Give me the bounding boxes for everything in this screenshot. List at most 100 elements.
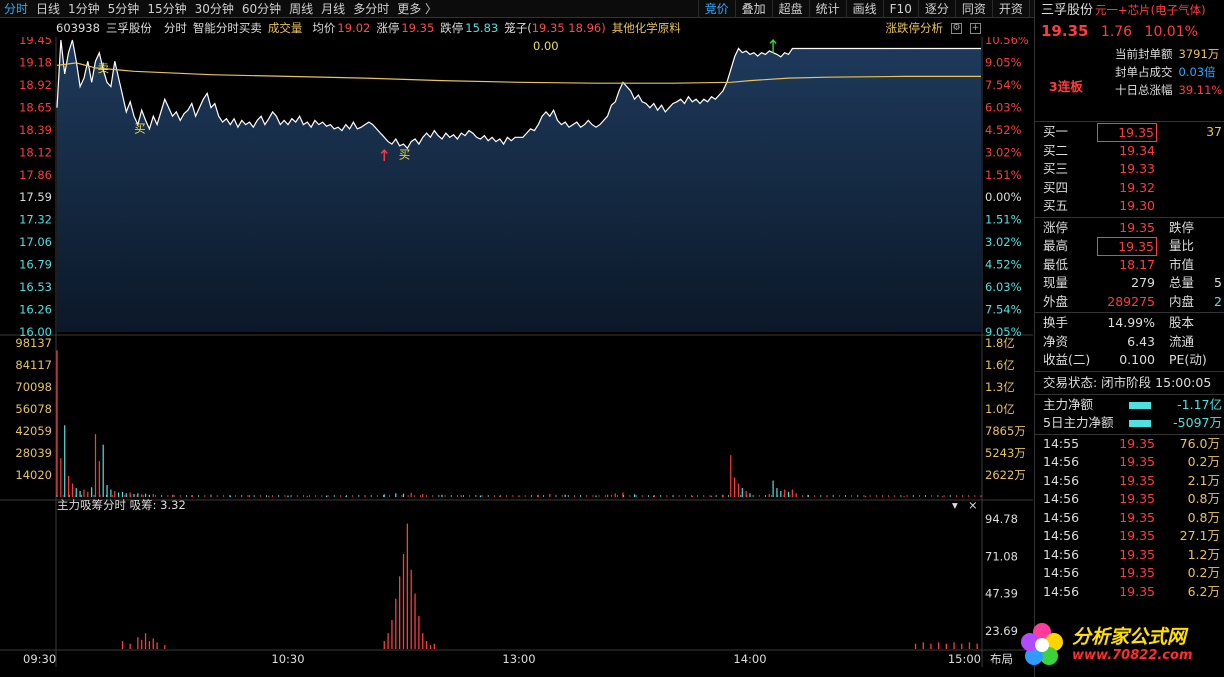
quote-panel: 三孚股份 元一+芯片(电子气体) 19.35 1.76 10.01% 当前封单额 3…	[1034, 0, 1224, 677]
stat-value-2	[1207, 237, 1224, 256]
bid-label: 买二	[1043, 142, 1069, 158]
tab-period-10[interactable]: 更多 〉	[393, 0, 441, 18]
time-tick-label: 09:30	[23, 652, 56, 666]
cage-values: 19.35 18.96)	[531, 21, 606, 35]
amount-tick-label: 7865万	[985, 424, 1026, 438]
tool-button-2[interactable]: 超盘	[771, 0, 809, 18]
stat-label: 涨停	[1043, 219, 1069, 235]
tool-button-3[interactable]: 统计	[808, 0, 846, 18]
pct-tick-label: 3.02%	[985, 235, 1022, 249]
stat-value-2: 2	[1214, 293, 1222, 309]
chart-canvas[interactable]: 卖买买 19.45 10.56%19.18 9.05%18.92 7.54%18.65…	[0, 37, 1033, 677]
trade-status: 交易状态: 闭市阶段 15:00:05	[1043, 374, 1212, 390]
seal-ratio-value: 0.03倍	[1178, 65, 1216, 79]
pct-tick-label: 9.05%	[985, 55, 1022, 69]
tab-period-0[interactable]: 分时	[0, 0, 32, 18]
price-tick-label: 17.59	[19, 190, 52, 204]
price-change: 1.76	[1100, 24, 1133, 40]
limit-up-label: 涨停	[376, 21, 400, 35]
trade-price: 19.35	[1119, 454, 1155, 469]
trade-ticks: 14:55 19.35 76.0万 14:56 19.35 0.2万 14:56 19.35 2…	[1035, 435, 1224, 602]
tool-button-4[interactable]: 画线	[845, 0, 883, 18]
tool-button-6[interactable]: 逐分	[917, 0, 955, 18]
buy-marker-2: 买	[399, 147, 411, 161]
seal-amount-label: 当前封单额	[1115, 47, 1173, 61]
tool-button-8[interactable]: 开资	[991, 0, 1029, 18]
trade-price: 19.35	[1119, 546, 1155, 562]
trade-row: 14:56 19.35 27.1万	[1035, 527, 1224, 546]
tab-period-3[interactable]: 5分钟	[104, 0, 144, 18]
quote-stock-name: 三孚股份	[1041, 3, 1094, 18]
layout-button: 布局	[990, 652, 1013, 666]
stats-table: 涨停 19.35 跌停 最高 19.35 量比 最低 18.17 市值 现量 279 总量 5 外盘 289…	[1035, 218, 1224, 313]
trade-price: 19.35	[1119, 565, 1155, 580]
price-tick-label: 17.32	[19, 213, 52, 227]
trade-row: 14:56 19.35 0.8万	[1035, 509, 1224, 528]
volume-label[interactable]: 成交量	[268, 20, 303, 36]
price-tick-label: 18.12	[19, 145, 52, 159]
tool-button-0[interactable]: 竞价	[697, 0, 735, 18]
concept-tag[interactable]: 元一+芯片(电子气体)	[1095, 3, 1206, 17]
trade-time: 14:55	[1043, 435, 1080, 451]
price-tick-label: 17.86	[19, 168, 52, 182]
amount-tick-label: 1.3亿	[985, 380, 1015, 394]
mode-label[interactable]: 分时	[164, 20, 187, 36]
tool-button-7[interactable]: 同资	[954, 0, 992, 18]
limit-up-arrow-icon	[769, 38, 777, 53]
intraday-chart[interactable]: 卖买买 19.45 10.56% 19.18 9.05% 18.92 7.54% 18.65…	[0, 37, 1033, 667]
tab-period-4[interactable]: 15分钟	[143, 0, 190, 18]
stat-row: 最低 18.17 市值	[1035, 256, 1224, 275]
stat-value: 19.35	[1097, 237, 1157, 256]
tab-period-7[interactable]: 周线	[285, 0, 317, 18]
limit-analysis-button[interactable]: 涨跌停分析	[886, 20, 944, 36]
seal-info: 当前封单额 3791万 封单占成交 0.03倍 十日总涨幅 39.11% 3连板	[1035, 42, 1224, 122]
stat-value-2	[1207, 256, 1224, 275]
trade-qty: 0.2万	[1187, 565, 1220, 580]
avg-price-value: 19.02	[337, 21, 371, 35]
tool-button-5[interactable]: F10	[882, 0, 918, 18]
tab-period-8[interactable]: 月线	[317, 0, 349, 18]
trade-price: 19.35	[1119, 583, 1155, 599]
pct-tick-label: 4.52%	[985, 123, 1022, 137]
amount-tick-label: 1.6亿	[985, 358, 1015, 372]
pct-tick-label: 0.00%	[985, 190, 1022, 204]
amount-tick-label: 5243万	[985, 446, 1026, 460]
logo-title: 分析家公式网	[1072, 626, 1187, 648]
trade-time: 14:56	[1043, 583, 1080, 599]
tab-period-6[interactable]: 60分钟	[238, 0, 285, 18]
quote-title: 三孚股份 元一+芯片(电子气体)	[1035, 0, 1224, 20]
add-icon[interactable]: +	[970, 22, 981, 34]
stat-value: 19.35	[1119, 219, 1155, 235]
tab-period-9[interactable]: 多分时	[349, 0, 393, 18]
quote-price-row: 19.35 1.76 10.01%	[1035, 20, 1224, 42]
avg-price-label: 均价	[312, 21, 336, 35]
indicator-close-icon: ×	[968, 498, 978, 512]
indicator-tick-label: 47.39	[985, 587, 1018, 601]
tab-period-1[interactable]: 日线	[32, 0, 64, 18]
cage-label: 笼子(	[504, 21, 532, 35]
tab-period-5[interactable]: 30分钟	[191, 0, 238, 18]
amount-tick-label: 1.0亿	[985, 402, 1015, 416]
pct-tick-label: 3.02%	[985, 145, 1022, 159]
sector-label[interactable]: 其他化学原料	[612, 20, 681, 36]
flow-bar	[1129, 401, 1151, 409]
trade-row: 14:55 19.35 76.0万	[1035, 435, 1224, 454]
tool-button-1[interactable]: 叠加	[734, 0, 772, 18]
bid-label: 买一	[1043, 124, 1069, 139]
price-tick-label: 18.65	[19, 100, 52, 114]
stat-value-2	[1207, 333, 1224, 352]
price-area	[57, 40, 981, 332]
trade-row: 14:56 19.35 0.2万	[1035, 564, 1224, 583]
bid-qty	[1157, 142, 1224, 161]
trade-price: 19.35	[1119, 435, 1155, 451]
flow-label: 主力净额	[1043, 396, 1094, 412]
trade-price: 19.35	[1119, 472, 1155, 488]
flow-row: 主力净额 -1.17亿	[1035, 396, 1224, 415]
settings-icon[interactable]: ⚙	[951, 22, 962, 34]
tab-period-2[interactable]: 1分钟	[64, 0, 104, 18]
trade-time: 14:56	[1043, 472, 1080, 488]
limit-down-label: 跌停	[440, 21, 464, 35]
consecutive-limit-badge: 3连板	[1049, 79, 1083, 94]
smart-trade-label[interactable]: 智能分时买卖	[193, 20, 262, 36]
stat-row: 涨停 19.35 跌停	[1035, 219, 1224, 238]
